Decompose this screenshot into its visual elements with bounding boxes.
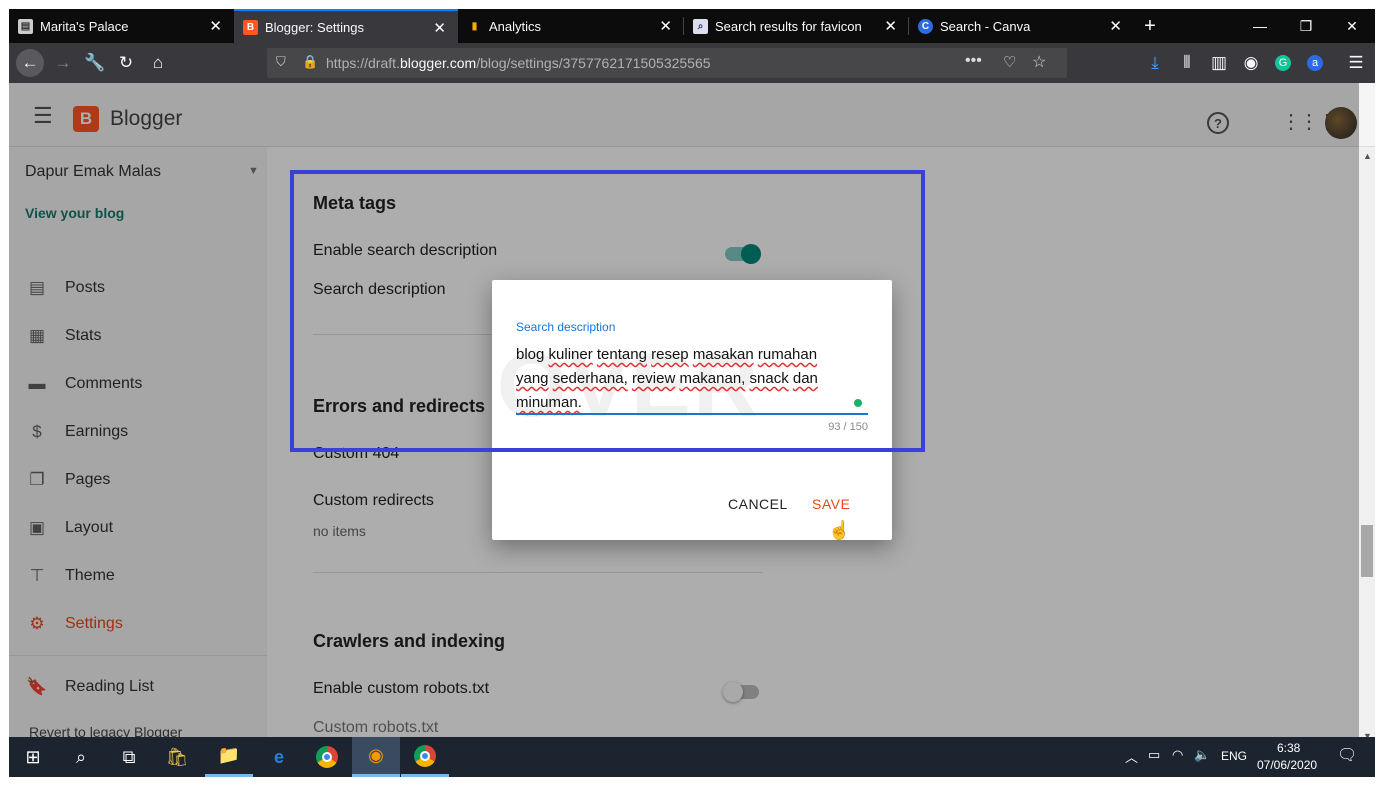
- tab-title: Marita's Palace: [40, 18, 129, 34]
- browser-nav-bar: ← → 🔧 ↻ ⌂ ⛉ 🔒 https://draft.blogger.com/…: [9, 43, 1375, 83]
- scroll-up-icon[interactable]: ▲: [1363, 151, 1372, 161]
- tray-chevron-icon[interactable]: ︿: [1125, 747, 1138, 766]
- canva-icon: C: [918, 18, 933, 34]
- analytics-icon: ▮: [471, 20, 478, 32]
- language-indicator[interactable]: ENG: [1221, 749, 1247, 763]
- url-path: /blog/settings/3757762171505325565: [476, 55, 711, 71]
- edge-icon[interactable]: e: [255, 737, 303, 777]
- close-icon[interactable]: ✕: [209, 17, 222, 35]
- taskbar-search-icon[interactable]: ⌕: [57, 737, 105, 777]
- windows-start-icon[interactable]: ⊞: [9, 737, 57, 777]
- notification-icon[interactable]: 🗨: [1337, 745, 1357, 765]
- back-icon[interactable]: ←: [16, 49, 44, 77]
- close-icon[interactable]: ✕: [884, 17, 897, 35]
- tab-title: Analytics: [489, 18, 542, 34]
- url-text[interactable]: https://draft.blogger.com/blog/settings/…: [326, 55, 711, 71]
- tab-title: Search - Canva: [940, 18, 1031, 34]
- minimize-icon[interactable]: —: [1237, 9, 1283, 43]
- window-close-icon[interactable]: ✕: [1329, 9, 1375, 43]
- reload-icon[interactable]: ↻: [112, 49, 140, 77]
- grammarly-icon[interactable]: G: [1269, 49, 1297, 77]
- tab-analytics[interactable]: ▮ Analytics ✕: [458, 9, 684, 43]
- pocket-icon[interactable]: ♡: [1003, 53, 1016, 71]
- account-icon[interactable]: ◉: [1237, 49, 1265, 77]
- extension-icon[interactable]: a: [1301, 49, 1329, 77]
- firefox-icon[interactable]: ◉: [352, 737, 400, 777]
- more-icon[interactable]: •••: [965, 52, 982, 70]
- url-prefix: https://draft.: [326, 55, 400, 71]
- chrome-icon[interactable]: [303, 737, 351, 777]
- home-icon[interactable]: ⌂: [144, 49, 172, 77]
- hand-cursor-icon: ☝: [828, 520, 851, 540]
- shield-icon[interactable]: ⛉: [276, 54, 286, 70]
- task-view-icon[interactable]: ⧉: [105, 737, 153, 777]
- lock-icon[interactable]: 🔒: [302, 54, 318, 70]
- wifi-icon[interactable]: ◠: [1172, 747, 1183, 763]
- new-tab-button[interactable]: +: [1127, 9, 1173, 43]
- wrench-icon[interactable]: 🔧: [81, 49, 109, 77]
- battery-icon[interactable]: ▭: [1148, 747, 1160, 763]
- tab-maritas-palace[interactable]: ▤ Marita's Palace ✕: [9, 9, 234, 43]
- forward-icon[interactable]: →: [49, 49, 77, 77]
- close-icon[interactable]: ✕: [1109, 17, 1122, 35]
- file-explorer-icon[interactable]: 📁: [205, 737, 253, 777]
- windows-taskbar: ⊞ ⌕ ⧉ 🛍 📁 e ◉ ︿ ▭ ◠ 🔈 ENG 6:38 07/06/202…: [9, 737, 1375, 777]
- bookmark-star-icon[interactable]: ☆: [1032, 52, 1046, 72]
- site-icon: ▤: [18, 18, 33, 34]
- library-icon[interactable]: ⫴: [1173, 49, 1201, 77]
- scroll-thumb[interactable]: [1361, 525, 1373, 577]
- tab-canva[interactable]: C Search - Canva ✕: [909, 9, 1134, 43]
- tab-search-favicon[interactable]: ⌕ Search results for favicon ✕: [684, 9, 909, 43]
- url-domain: blogger.com: [399, 55, 477, 71]
- tab-blogger-settings[interactable]: B Blogger: Settings ✕: [234, 9, 458, 43]
- close-icon[interactable]: ✕: [659, 17, 672, 35]
- page-scrollbar[interactable]: ▲ ▼: [1359, 147, 1375, 747]
- browser-tab-bar: ▤ Marita's Palace ✕ B Blogger: Settings …: [9, 9, 1375, 43]
- volume-icon[interactable]: 🔈: [1194, 747, 1210, 763]
- blogger-icon: B: [243, 19, 258, 35]
- download-icon[interactable]: ⤓: [1141, 49, 1169, 77]
- tab-title: Search results for favicon: [715, 18, 862, 34]
- chrome-open-icon[interactable]: [401, 737, 449, 777]
- menu-icon[interactable]: ☰: [1342, 49, 1370, 77]
- clock-date[interactable]: 07/06/2020: [1257, 758, 1317, 772]
- highlight-box: [290, 170, 925, 452]
- restore-icon[interactable]: ❐: [1283, 9, 1329, 43]
- save-button[interactable]: SAVE: [812, 496, 850, 512]
- search-result-icon: ⌕: [693, 18, 708, 34]
- tab-title: Blogger: Settings: [265, 19, 365, 35]
- clock-time[interactable]: 6:38: [1277, 741, 1300, 755]
- url-bar[interactable]: ⛉ 🔒 https://draft.blogger.com/blog/setti…: [267, 48, 1067, 78]
- sidebar-icon[interactable]: ▥: [1205, 49, 1233, 77]
- close-icon[interactable]: ✕: [433, 19, 446, 37]
- store-icon[interactable]: 🛍: [153, 737, 201, 777]
- cancel-button[interactable]: CANCEL: [728, 496, 788, 512]
